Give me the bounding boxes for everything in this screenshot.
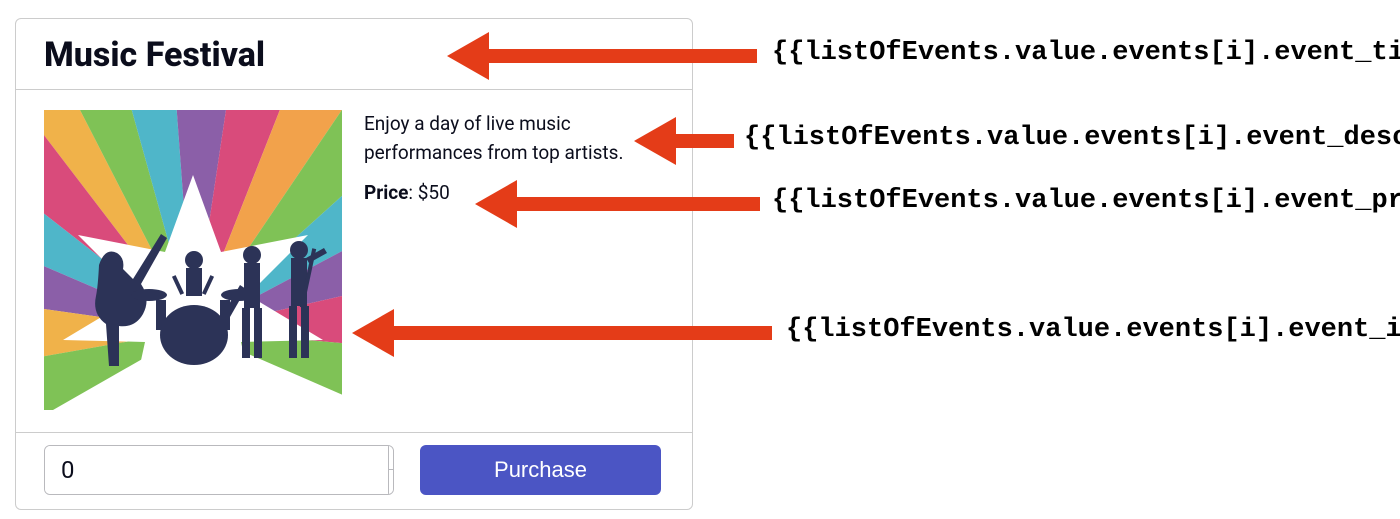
annotation-label-description: {{listOfEvents.value.events[i].event_des… — [744, 123, 1400, 153]
stepper-buttons: ▲ ▼ — [388, 446, 394, 494]
card-footer: ▲ ▼ Purchase — [16, 433, 692, 509]
event-card: Music Festival — [15, 18, 693, 510]
annotation-label-image: {{listOfEvents.value.events[i].event_img… — [786, 315, 1400, 345]
stepper-up-button[interactable]: ▲ — [389, 446, 394, 470]
quantity-stepper[interactable]: ▲ ▼ — [44, 445, 394, 495]
price-label: Price — [364, 181, 408, 204]
event-description: Enjoy a day of live music performances f… — [364, 110, 664, 167]
annotation-arrow-image — [352, 327, 772, 339]
price-value: : $50 — [408, 181, 449, 204]
event-text-column: Enjoy a day of live music performances f… — [364, 110, 664, 410]
quantity-input[interactable] — [45, 446, 388, 494]
annotation-label-title: {{listOfEvents.value.events[i].event_tit… — [772, 38, 1400, 68]
stepper-down-button[interactable]: ▼ — [389, 470, 394, 494]
annotation-arrow-price — [475, 198, 760, 210]
annotation-arrow-title — [447, 50, 757, 62]
card-body: Enjoy a day of live music performances f… — [16, 90, 692, 433]
annotation-label-price: {{listOfEvents.value.events[i].event_pri… — [772, 186, 1400, 216]
event-image — [44, 110, 342, 410]
purchase-button[interactable]: Purchase — [420, 445, 661, 495]
annotation-arrow-description — [634, 135, 734, 147]
